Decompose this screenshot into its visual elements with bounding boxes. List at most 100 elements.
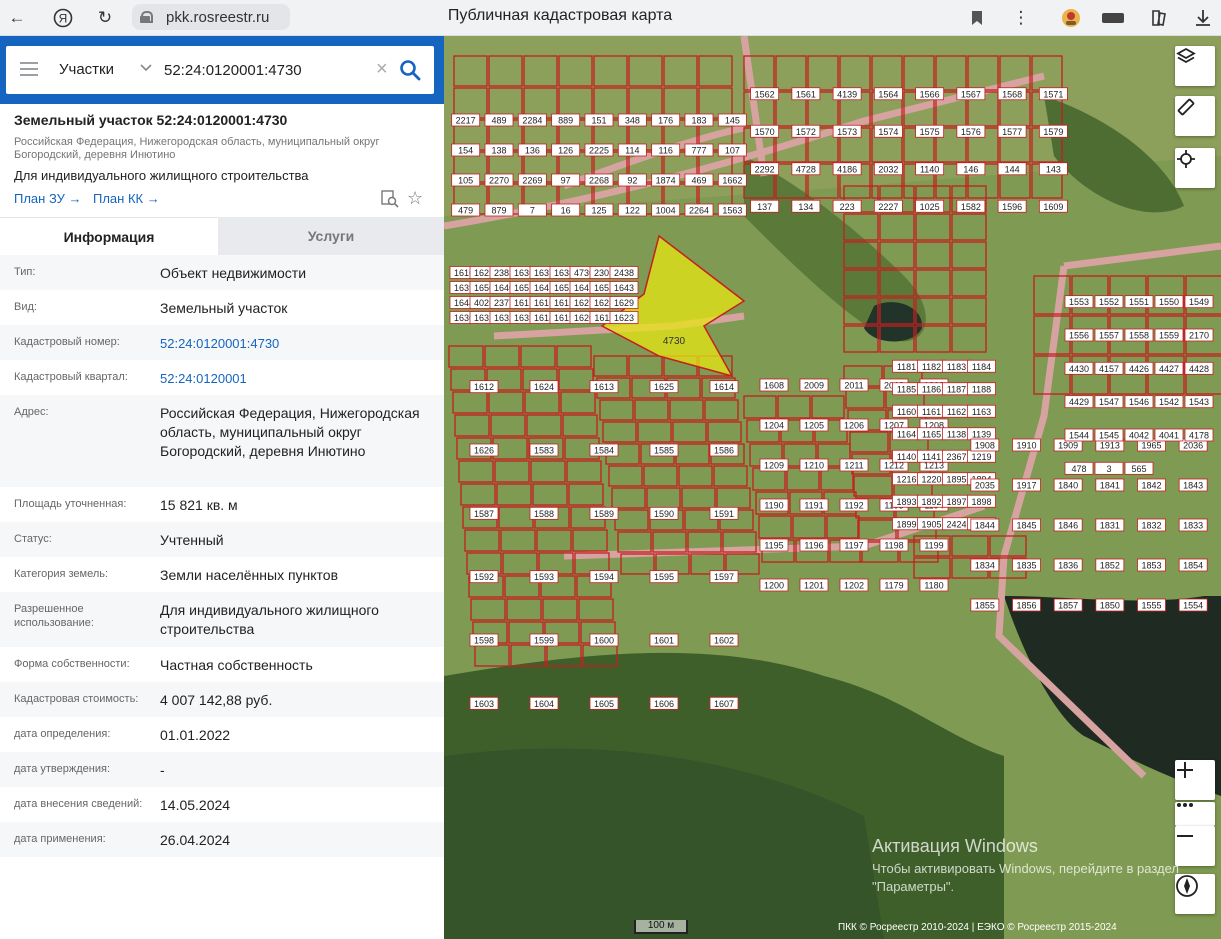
property-label: Адрес: xyxy=(14,406,49,418)
chevron-down-icon[interactable] xyxy=(139,60,153,74)
parcel-label: 1910 xyxy=(1016,441,1036,451)
reading-mode-icon[interactable] xyxy=(1100,5,1126,31)
parcel-label: 1160 xyxy=(897,407,916,417)
parcel-label: 4430 xyxy=(1069,364,1089,374)
parcel-label: 1209 xyxy=(764,461,784,471)
yandex-logo-icon[interactable]: Я xyxy=(50,5,76,31)
url-text: pkk.rosreestr.ru xyxy=(166,8,270,26)
search-input[interactable] xyxy=(164,58,370,82)
property-row: Форма собственности: Частная собственност… xyxy=(0,647,444,682)
parcel-label: 1596 xyxy=(1002,202,1022,212)
parcel-label: 1857 xyxy=(1058,601,1078,611)
parcel-label: 1201 xyxy=(804,581,824,591)
parcel-label: 1138 xyxy=(947,429,966,439)
bookmark-icon[interactable] xyxy=(964,5,990,31)
zoom-levels-button[interactable] xyxy=(1175,802,1215,826)
search-type-select[interactable]: Участки xyxy=(59,61,114,78)
back-icon[interactable]: ← xyxy=(4,5,30,31)
property-row: дата утверждения: - xyxy=(0,752,444,787)
parcel-label: 1577 xyxy=(1002,127,1022,137)
parcel-label: 144 xyxy=(1005,164,1020,174)
close-icon[interactable]: × xyxy=(376,58,388,81)
property-value: Земельный участок xyxy=(160,300,288,316)
cadastral-map[interactable]: 2217 489 2284 889 151 348 176 183 145 154 138 136 12… xyxy=(444,36,1221,939)
tab-services[interactable]: Услуги xyxy=(218,217,444,255)
parcel-label: 1594 xyxy=(594,572,614,582)
object-address: Российская Федерация, Нижегородская обла… xyxy=(14,136,380,161)
parcel-label: 1557 xyxy=(1099,331,1119,341)
property-row: Разрешенное использование: Для индивидуал… xyxy=(0,592,444,647)
parcel-label: 145 xyxy=(725,116,740,126)
parcel-label: 1191 xyxy=(804,501,823,511)
parcel-label: 1567 xyxy=(961,89,981,99)
plan-kk-link[interactable]: План КК → xyxy=(93,191,160,206)
reload-icon[interactable]: ↻ xyxy=(92,5,118,31)
zoom-in-button[interactable] xyxy=(1175,760,1215,800)
tab-information[interactable]: Информация xyxy=(0,217,218,255)
search-icon[interactable] xyxy=(398,58,422,82)
parcel-label: 1543 xyxy=(1189,397,1209,407)
object-purpose: Для индивидуального жилищного строительс… xyxy=(14,168,309,183)
parcel-label: 97 xyxy=(561,176,571,186)
parcel-label: 1623 xyxy=(614,313,634,323)
parcel-label: 1608 xyxy=(764,381,784,391)
parcel-label: 1211 xyxy=(844,461,863,471)
dots-icon xyxy=(1177,803,1193,807)
parcel-label: 1832 xyxy=(1141,521,1161,531)
parcel-label: 2170 xyxy=(1189,331,1209,341)
parcel-label: 1206 xyxy=(844,421,864,431)
property-link[interactable]: 52:24:0120001 xyxy=(160,369,430,388)
parcel-label: 2424 xyxy=(946,519,966,529)
parcel-label: 1601 xyxy=(654,636,674,646)
parcel-label: 4426 xyxy=(1129,364,1149,374)
parcel-label: 1626 xyxy=(474,446,494,456)
search-box: Участки × xyxy=(6,46,434,94)
property-label: Площадь уточненная: xyxy=(14,498,127,510)
download-icon[interactable] xyxy=(1190,5,1216,31)
parcel-label: 4427 xyxy=(1159,364,1179,374)
star-icon[interactable]: ☆ xyxy=(407,188,423,209)
more-menu-icon[interactable]: ⋮ xyxy=(1008,5,1034,31)
parcel-label: 2032 xyxy=(878,164,898,174)
parcel-label: 1555 xyxy=(1141,601,1161,611)
parcel-label: 1909 xyxy=(1058,441,1078,451)
parcel-label: 1662 xyxy=(722,176,742,186)
property-link[interactable]: 52:24:0120001:4730 xyxy=(160,334,430,353)
locate-button[interactable] xyxy=(1175,148,1215,188)
browser-toolbar: ← Я ↻ pkk.rosreestr.ru Публичная кадастр… xyxy=(0,0,1221,36)
parcel-label: 1186 xyxy=(922,384,941,394)
property-row: дата определения: 01.01.2022 xyxy=(0,717,444,752)
measure-button[interactable] xyxy=(1175,96,1215,136)
plus-icon xyxy=(1177,762,1193,778)
parcel-label: 1597 xyxy=(714,572,734,582)
parcel-label: 1854 xyxy=(1183,561,1203,571)
parcel-label: 889 xyxy=(558,116,573,126)
parcel-label: 1908 xyxy=(975,441,995,451)
parcel-label: 138 xyxy=(491,146,506,156)
parcel-label: 1566 xyxy=(920,89,940,99)
parcel-label: 1563 xyxy=(722,206,742,216)
svg-text:Я: Я xyxy=(59,12,68,26)
parcel-label: 2217 xyxy=(456,116,476,126)
property-value: 4 007 142,88 руб. xyxy=(160,692,273,708)
parcel-label: 1917 xyxy=(1016,481,1036,491)
parcel-label: 1835 xyxy=(1016,561,1036,571)
parcel-label: 1568 xyxy=(1002,89,1022,99)
menu-icon[interactable] xyxy=(20,62,38,76)
layers-button[interactable] xyxy=(1175,46,1215,86)
find-on-map-icon[interactable] xyxy=(381,190,399,208)
parcel-label: 1965 xyxy=(1141,441,1161,451)
plan-zu-link[interactable]: План ЗУ → xyxy=(14,191,82,206)
address-bar[interactable]: pkk.rosreestr.ru xyxy=(132,4,290,30)
parcel-label: 1583 xyxy=(534,446,554,456)
parcel-label: 4429 xyxy=(1069,397,1089,407)
map-canvas[interactable]: 2217 489 2284 889 151 348 176 183 145 154 138 136 12… xyxy=(444,36,1221,939)
parcel-label: 1141 xyxy=(922,452,941,462)
collections-icon[interactable] xyxy=(1146,5,1172,31)
extension-avatar-icon[interactable] xyxy=(1058,5,1084,31)
parcel-label: 1575 xyxy=(920,127,940,137)
parcel-label: 879 xyxy=(491,206,506,216)
parcel-label: 183 xyxy=(691,116,706,126)
parcel-label: 1607 xyxy=(714,699,734,709)
parcel-label: 1831 xyxy=(1100,521,1120,531)
